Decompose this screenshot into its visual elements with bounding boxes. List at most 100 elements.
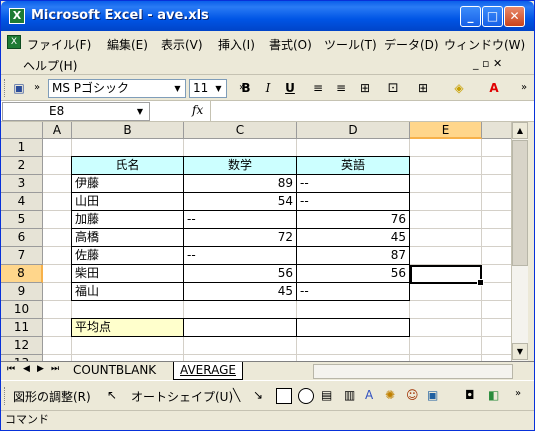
title-bar[interactable]: X Microsoft Excel - ave.xls _ □ ✕	[1, 1, 534, 31]
first-sheet-button[interactable]: ⏮	[7, 364, 15, 374]
grid-cell[interactable]	[410, 229, 482, 247]
save-icon[interactable]: ▣	[10, 79, 28, 97]
bold-button[interactable]: B	[237, 79, 255, 97]
grid-cell[interactable]	[410, 283, 482, 301]
grid-cell[interactable]	[410, 139, 482, 157]
grid-cell[interactable]	[72, 139, 184, 157]
grid-cell[interactable]	[410, 301, 482, 319]
italic-button[interactable]: I	[259, 79, 277, 97]
cell-b2[interactable]: 氏名	[71, 156, 184, 175]
column-header-e[interactable]: E	[410, 122, 482, 139]
cell-c2[interactable]: 数学	[183, 156, 297, 175]
insert-function-icon[interactable]: fx	[192, 103, 203, 117]
align-center-icon[interactable]: ≡	[332, 79, 350, 97]
prev-sheet-button[interactable]: ◀	[23, 364, 30, 374]
column-header-a[interactable]: A	[43, 122, 72, 139]
grid-cell[interactable]	[72, 337, 184, 355]
scroll-up-button[interactable]: ▲	[512, 122, 528, 139]
column-header-f[interactable]	[482, 122, 511, 139]
grid-cell[interactable]	[43, 175, 72, 193]
grid-cell[interactable]	[297, 139, 410, 157]
formula-input[interactable]	[213, 103, 513, 120]
textbox-icon[interactable]: ▤	[321, 388, 332, 402]
cell-b9[interactable]: 福山	[71, 282, 184, 301]
maximize-button[interactable]: □	[482, 6, 503, 27]
cell-c4[interactable]: 54	[183, 192, 297, 211]
grid-cell[interactable]	[482, 265, 511, 283]
menu-help[interactable]: ヘルプ(H)	[23, 57, 77, 74]
last-sheet-button[interactable]: ⏭	[51, 364, 59, 374]
worksheet-grid[interactable]: A B C D E 1 2 3 4 5 6 7 8 9 10 11 12 13 …	[1, 122, 511, 361]
grid-cell[interactable]	[482, 247, 511, 265]
select-all-corner[interactable]	[1, 122, 43, 139]
cell-d2[interactable]: 英語	[296, 156, 410, 175]
menu-format[interactable]: 書式(O)	[269, 36, 312, 53]
rectangle-icon[interactable]	[276, 388, 292, 404]
grid-cell[interactable]	[482, 337, 511, 355]
cell-d3[interactable]: --	[296, 174, 410, 193]
grid-cell[interactable]	[297, 337, 410, 355]
cell-b3[interactable]: 伊藤	[71, 174, 184, 193]
scroll-thumb[interactable]	[512, 140, 528, 266]
font-size-combo[interactable]: 11 ▼	[189, 79, 227, 98]
grid-cell[interactable]	[43, 283, 72, 301]
document-window-controls[interactable]: _ ▫ ✕	[473, 57, 502, 70]
cell-c9[interactable]: 45	[183, 282, 297, 301]
grid-cell[interactable]	[482, 157, 511, 175]
menu-tools[interactable]: ツール(T)	[324, 36, 377, 53]
grid-cell[interactable]	[482, 139, 511, 157]
grid-cell[interactable]	[482, 211, 511, 229]
menu-file[interactable]: ファイル(F)	[27, 36, 91, 53]
grid-cell[interactable]	[184, 337, 297, 355]
column-header-b[interactable]: B	[72, 122, 184, 139]
fill-color-icon[interactable]: ◈	[450, 79, 468, 97]
cell-b7[interactable]: 佐藤	[71, 246, 184, 265]
chevron-down-icon[interactable]: ▼	[137, 103, 143, 120]
cell-d7[interactable]: 87	[296, 246, 410, 265]
grid-cell[interactable]	[482, 175, 511, 193]
cell-c7[interactable]: --	[183, 246, 297, 265]
row-header-12[interactable]: 12	[1, 337, 43, 355]
cell-b4[interactable]: 山田	[71, 192, 184, 211]
grid-cell[interactable]	[72, 301, 184, 319]
grid-cell[interactable]	[482, 319, 511, 337]
cell-d4[interactable]: --	[296, 192, 410, 211]
grid-cell[interactable]	[410, 211, 482, 229]
grid-cell[interactable]	[184, 139, 297, 157]
toolbar-more-icon[interactable]: »	[515, 79, 533, 97]
row-header-4[interactable]: 4	[1, 193, 43, 211]
grid-cell[interactable]	[410, 319, 482, 337]
wordart-icon[interactable]: A	[365, 388, 373, 402]
chevron-down-icon[interactable]: ▼	[212, 81, 225, 96]
cell-b11[interactable]: 平均点	[71, 318, 184, 337]
tab-countblank[interactable]: COUNTBLANK	[67, 362, 162, 380]
row-header-6[interactable]: 6	[1, 229, 43, 247]
cell-c11[interactable]	[183, 318, 297, 337]
cell-d8[interactable]: 56	[296, 264, 410, 283]
grid-cell[interactable]	[410, 175, 482, 193]
row-header-3[interactable]: 3	[1, 175, 43, 193]
scroll-down-button[interactable]: ▼	[512, 343, 528, 360]
grid-cell[interactable]	[482, 283, 511, 301]
grid-cell[interactable]	[482, 301, 511, 319]
underline-button[interactable]: U	[281, 79, 299, 97]
grid-cell[interactable]	[43, 139, 72, 157]
grid-cell[interactable]	[482, 193, 511, 211]
align-left-icon[interactable]: ≡	[309, 79, 327, 97]
cell-b5[interactable]: 加藤	[71, 210, 184, 229]
minimize-button[interactable]: _	[460, 6, 481, 27]
menu-window[interactable]: ウィンドウ(W)	[444, 36, 525, 53]
font-name-combo[interactable]: MS Pゴシック ▼	[48, 79, 186, 98]
vertical-scrollbar[interactable]: ▲ ▼	[511, 122, 528, 361]
excel-app-icon[interactable]: X	[9, 8, 25, 24]
cell-d5[interactable]: 76	[296, 210, 410, 229]
toolbar-grip[interactable]	[4, 387, 7, 405]
borders-icon[interactable]: ⊞	[414, 79, 432, 97]
active-cell-e8[interactable]	[410, 265, 484, 286]
next-sheet-button[interactable]: ▶	[37, 364, 44, 374]
shadow-icon[interactable]: ◘	[465, 388, 475, 402]
horizontal-scrollbar[interactable]	[313, 364, 513, 379]
oval-icon[interactable]	[298, 388, 314, 404]
grid-cell[interactable]	[43, 157, 72, 175]
grid-cell[interactable]	[297, 301, 410, 319]
